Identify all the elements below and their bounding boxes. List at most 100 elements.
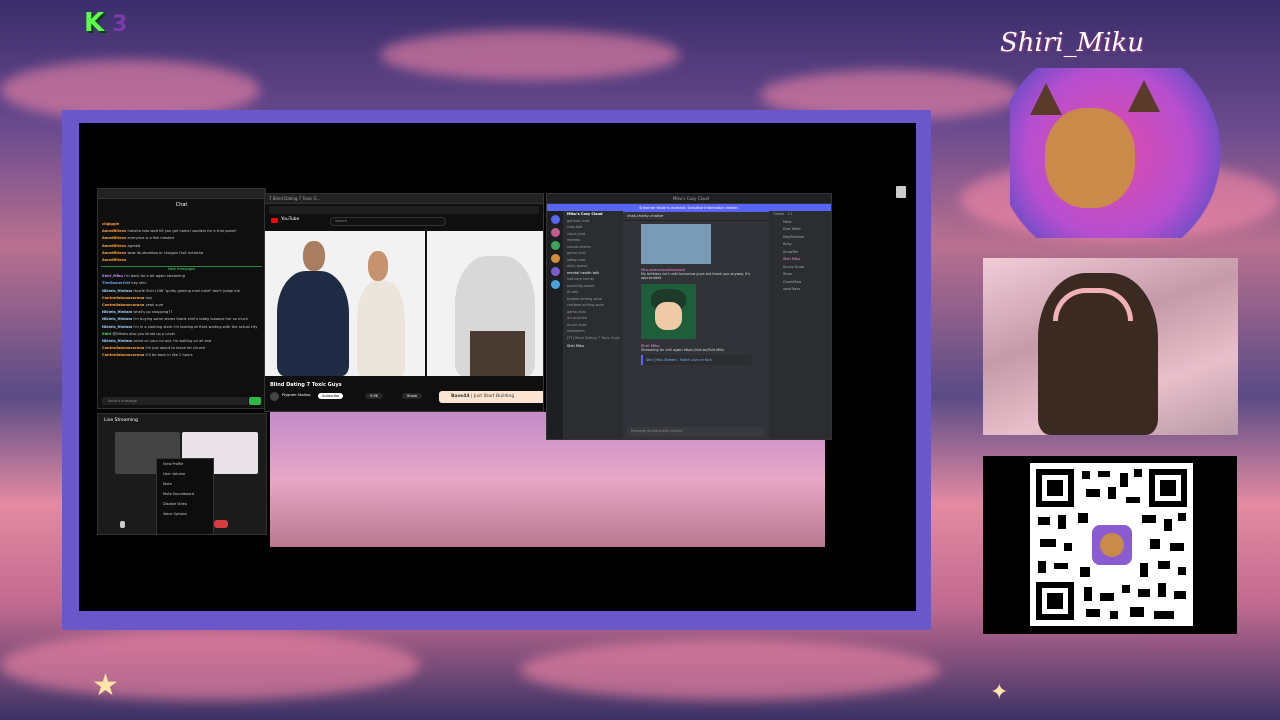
server-icon[interactable] xyxy=(550,267,560,276)
user-panel-name[interactable]: Shiri Miku xyxy=(563,343,623,350)
chat-message: AmedRitexx everyone is a fish masterr xyxy=(102,236,175,241)
member-item[interactable]: CharliMaw xyxy=(769,279,831,287)
browser-tab[interactable]: 7 Blind Dating 7 Toxic G... xyxy=(265,194,543,204)
star-icon: ★ xyxy=(92,668,119,703)
video-split-divider xyxy=(425,231,427,376)
qr-code-panel xyxy=(983,456,1237,634)
member-item[interactable]: Elsa Taffer xyxy=(769,226,831,234)
discord-window: Miku's Cozy Cloud Streamer Mode is enabl… xyxy=(546,193,832,440)
member-item[interactable]: SnowTee xyxy=(769,249,831,257)
ad-text: Just Start Building xyxy=(473,394,515,399)
server-list xyxy=(547,211,563,439)
member-item[interactable]: xoxoTraxx xyxy=(769,286,831,294)
channel-name[interactable]: Plygram Studios xyxy=(282,393,310,397)
mascot-ear-icon xyxy=(1128,80,1160,112)
user-context-menu: View Profile User Volume Mute Mute Sound… xyxy=(156,458,214,534)
chat-message: Nikiels_Hintam what's up shopping?? xyxy=(102,310,173,315)
server-icon[interactable] xyxy=(550,228,560,237)
subscribe-button[interactable]: Subscribe xyxy=(318,393,344,399)
member-list: Online - 11 Mina Elsa Taffer Mayfleelove… xyxy=(769,211,831,439)
gif-character-face xyxy=(655,302,682,330)
brand-name: Shiri_Miku xyxy=(1000,28,1145,58)
video-person-head xyxy=(368,251,388,281)
discord-main: chat-chatty-chatter MisunderstoodAssassi… xyxy=(623,211,769,439)
microphone-icon[interactable] xyxy=(120,521,125,528)
embed-card[interactable]: Shiri_Miku Stream - Twitch Live on Kick xyxy=(641,355,751,365)
member-item[interactable]: Sunny Knob xyxy=(769,264,831,272)
member-item[interactable]: Mina xyxy=(769,219,831,227)
qr-code[interactable] xyxy=(1030,463,1193,626)
mascot-ear-icon xyxy=(1030,83,1062,115)
star-icon: ✦ xyxy=(990,680,1009,705)
member-item[interactable]: Ruby xyxy=(769,241,831,249)
discord-titlebar: Miku's Cozy Cloud xyxy=(547,194,831,204)
message-gif xyxy=(641,284,696,339)
chat-send-button[interactable] xyxy=(249,397,261,405)
chat-titlebar xyxy=(98,189,265,199)
server-icon[interactable] xyxy=(550,280,560,289)
menu-item[interactable]: View Profile xyxy=(157,459,213,469)
server-icon[interactable] xyxy=(550,241,560,250)
chat-message: Cantrallabonocorona yeah sure xyxy=(102,303,164,308)
chat-message-list: cilgiggle AmedRitexx hahaha toto wait ti… xyxy=(98,221,265,360)
chat-message: Shiri @Nikiels also you kinda up a Level xyxy=(102,331,175,336)
chat-message: AmedRitexx hahaha toto wait till you get… xyxy=(102,229,237,234)
video-player[interactable] xyxy=(265,231,543,376)
youtube-window: 7 Blind Dating 7 Toxic G... YouTube Sear… xyxy=(264,193,544,412)
share-button[interactable]: Share xyxy=(402,393,423,399)
message-image xyxy=(641,224,711,264)
like-button[interactable]: 5.9K xyxy=(365,393,383,399)
bg-cloud xyxy=(380,30,680,80)
chat-message: Cantrallabonocorona it'll be back in lik… xyxy=(102,353,193,358)
member-item[interactable]: Shoe xyxy=(769,271,831,279)
youtube-brand: YouTube xyxy=(281,217,300,222)
ad-brand: Base44 xyxy=(451,394,470,399)
server-icon[interactable] xyxy=(550,254,560,263)
channel-avatar[interactable] xyxy=(270,392,279,401)
member-item[interactable]: Mayfleelove xyxy=(769,234,831,242)
video-title: Blind Dating 7 Toxic Guys xyxy=(270,382,342,388)
qr-code-graphic xyxy=(1036,469,1187,620)
menu-item[interactable]: Disable Video xyxy=(157,499,213,509)
address-bar[interactable] xyxy=(269,206,539,214)
mascot-face xyxy=(1045,108,1135,208)
menu-item[interactable]: Mute Soundboard xyxy=(157,489,213,499)
chat-window: Chat cilgiggle AmedRitexx hahaha toto wa… xyxy=(97,188,266,409)
streaming-window: Live Streaming View Profile User Volume … xyxy=(97,413,267,535)
logo-number: 3 xyxy=(112,12,128,37)
chat-message: Nikiels_Hintam come on your no one i'm w… xyxy=(102,339,212,344)
disconnect-button[interactable] xyxy=(214,520,228,528)
menu-item[interactable]: Voice Options xyxy=(157,509,213,519)
mascot-avatar xyxy=(1010,68,1230,248)
recycle-bin-icon[interactable] xyxy=(896,186,906,198)
message-text: Streaming for chill again https://link.t… xyxy=(641,348,725,352)
bg-cloud xyxy=(520,640,940,700)
chat-input[interactable]: Send a message xyxy=(102,397,248,405)
channel-item[interactable]: [YT] Blind Dating 7 Toxic Guys xyxy=(563,335,623,342)
video-person-legs xyxy=(470,331,525,376)
message-input[interactable]: Message #chat-chatty-chatter xyxy=(627,427,765,436)
search-input[interactable]: Search xyxy=(330,217,446,226)
menu-item[interactable]: User Volume xyxy=(157,469,213,479)
member-item[interactable]: Shiri Miku xyxy=(769,256,831,264)
webcam-feed xyxy=(983,258,1238,435)
logo-letter: K xyxy=(84,8,105,38)
channel-logo: K3 xyxy=(84,8,127,38)
channel-list: Miku's Cozy Cloud general-chat chat-talk… xyxy=(563,211,623,439)
chat-message: AmedRitexx xyxy=(102,258,127,263)
chat-message: Nikiels_Hintam i'm buying some stores th… xyxy=(102,317,249,322)
server-icon[interactable] xyxy=(550,215,560,224)
youtube-logo-icon[interactable] xyxy=(271,218,278,223)
chat-message: AmedRitexx wow its stonetoo or chagpin f… xyxy=(102,250,204,255)
channel-header: chat-chatty-chatter xyxy=(623,211,769,221)
chat-message: Nikiels_Hintam Hustle Shiri LOW "guilty … xyxy=(102,288,240,293)
ad-banner[interactable]: Base44 | Just Start Building xyxy=(439,391,543,403)
chat-message: cilgiggle xyxy=(102,222,120,226)
new-messages-divider: New messages xyxy=(101,266,262,271)
video-person xyxy=(357,281,405,376)
menu-item[interactable]: Mute xyxy=(157,479,213,489)
video-person xyxy=(277,271,349,376)
chat-header: Chat xyxy=(175,202,188,208)
chat-message: TheGamerCrit hey shiri xyxy=(102,281,147,286)
members-header: Online - 11 xyxy=(773,212,793,216)
